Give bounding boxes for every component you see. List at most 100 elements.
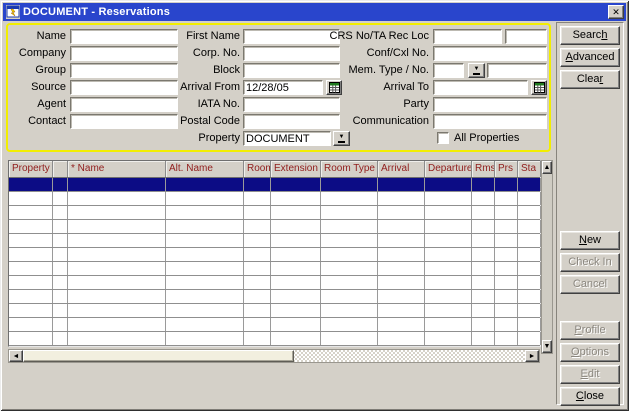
all-properties-label: All Properties xyxy=(454,132,519,145)
table-row[interactable] xyxy=(9,290,540,304)
arrival-to-calendar-button[interactable] xyxy=(531,80,547,95)
ta-rec-loc-field[interactable] xyxy=(505,29,547,44)
list-of-values-icon: ▼ xyxy=(473,66,481,75)
scroll-left-icon[interactable]: ◄ xyxy=(9,350,23,362)
table-cell xyxy=(166,332,244,345)
column-header-sta: Sta xyxy=(518,161,541,177)
source-label: Source xyxy=(8,80,66,95)
search-form-panel: Name Company Group Source Agent Contact … xyxy=(6,23,551,152)
close-icon[interactable]: ✕ xyxy=(608,5,624,19)
table-cell xyxy=(378,248,425,261)
title-bar[interactable]: DOCUMENT - Reservations ✕ xyxy=(3,3,626,21)
table-cell xyxy=(244,290,271,303)
arrival-to-field[interactable] xyxy=(433,80,528,95)
table-cell xyxy=(518,304,541,317)
table-cell xyxy=(495,276,518,289)
new-button[interactable]: New xyxy=(560,231,620,250)
table-cell xyxy=(472,332,495,345)
table-cell xyxy=(321,304,378,317)
table-cell xyxy=(495,318,518,331)
table-row[interactable] xyxy=(9,318,540,332)
table-cell xyxy=(244,304,271,317)
scroll-down-icon[interactable]: ▼ xyxy=(542,340,552,353)
communication-field[interactable] xyxy=(433,114,547,129)
table-cell xyxy=(495,234,518,247)
advanced-button[interactable]: Advanced xyxy=(560,48,620,67)
action-button-panel: Search Advanced Clear New Check In Cance… xyxy=(556,22,624,405)
horizontal-scroll-thumb[interactable] xyxy=(23,350,294,362)
property-field[interactable] xyxy=(243,131,331,146)
table-cell xyxy=(425,206,472,219)
close-button[interactable]: Close xyxy=(560,387,620,406)
table-cell xyxy=(271,332,321,345)
table-cell xyxy=(271,248,321,261)
table-cell xyxy=(472,234,495,247)
table-row[interactable] xyxy=(9,332,540,346)
search-button[interactable]: Search xyxy=(560,26,620,45)
communication-label: Communication xyxy=(321,114,429,129)
table-cell xyxy=(53,318,68,331)
table-row[interactable] xyxy=(9,220,540,234)
table-row[interactable] xyxy=(9,178,540,192)
table-cell xyxy=(53,178,68,191)
crs-no-field[interactable] xyxy=(433,29,502,44)
mem-type-field[interactable] xyxy=(433,63,464,78)
table-cell xyxy=(321,290,378,303)
table-cell xyxy=(472,318,495,331)
clear-button[interactable]: Clear xyxy=(560,70,620,89)
table-cell xyxy=(271,192,321,205)
table-cell xyxy=(68,276,166,289)
table-cell xyxy=(166,318,244,331)
column-header-prs: Prs xyxy=(495,161,518,177)
agent-label: Agent xyxy=(8,97,66,112)
table-row[interactable] xyxy=(9,276,540,290)
table-row[interactable] xyxy=(9,192,540,206)
table-cell xyxy=(378,220,425,233)
table-cell xyxy=(53,262,68,275)
table-cell xyxy=(68,192,166,205)
table-row[interactable] xyxy=(9,234,540,248)
table-cell xyxy=(53,276,68,289)
table-cell xyxy=(53,248,68,261)
mem-type-no-label: Mem. Type / No. xyxy=(321,63,429,78)
mem-type-lov-button[interactable]: ▼ xyxy=(468,63,485,78)
scroll-up-icon[interactable]: ▲ xyxy=(542,161,552,174)
horizontal-scrollbar[interactable]: ◄ ► xyxy=(8,349,540,363)
table-row[interactable] xyxy=(9,262,540,276)
vertical-scrollbar[interactable]: ▲ ▼ xyxy=(541,160,553,354)
scroll-right-icon[interactable]: ► xyxy=(525,350,539,362)
all-properties-checkbox[interactable] xyxy=(437,132,449,144)
table-cell xyxy=(495,262,518,275)
mem-no-field[interactable] xyxy=(487,63,547,78)
party-field[interactable] xyxy=(433,97,547,112)
table-cell xyxy=(378,206,425,219)
table-cell xyxy=(321,178,378,191)
table-cell xyxy=(378,332,425,345)
arrival-from-field[interactable] xyxy=(243,80,323,95)
table-cell xyxy=(68,304,166,317)
table-cell xyxy=(244,318,271,331)
table-cell xyxy=(378,192,425,205)
table-cell xyxy=(321,276,378,289)
property-lov-button[interactable]: ▼ xyxy=(333,131,350,146)
table-cell xyxy=(68,178,166,191)
table-row[interactable] xyxy=(9,206,540,220)
table-cell xyxy=(495,332,518,345)
table-cell xyxy=(244,220,271,233)
table-cell xyxy=(425,220,472,233)
conf-cxl-no-label: Conf/Cxl No. xyxy=(321,46,429,61)
table-cell xyxy=(53,206,68,219)
table-cell xyxy=(9,262,53,275)
table-cell xyxy=(9,332,53,345)
table-row[interactable] xyxy=(9,248,540,262)
conf-cxl-no-field[interactable] xyxy=(433,46,547,61)
table-cell xyxy=(518,276,541,289)
table-row[interactable] xyxy=(9,304,540,318)
table-cell xyxy=(518,290,541,303)
table-cell xyxy=(166,234,244,247)
table-cell xyxy=(166,304,244,317)
cancel-button: Cancel xyxy=(560,275,620,294)
column-header-departure: Departure xyxy=(425,161,472,177)
table-cell xyxy=(425,290,472,303)
table-cell xyxy=(425,234,472,247)
